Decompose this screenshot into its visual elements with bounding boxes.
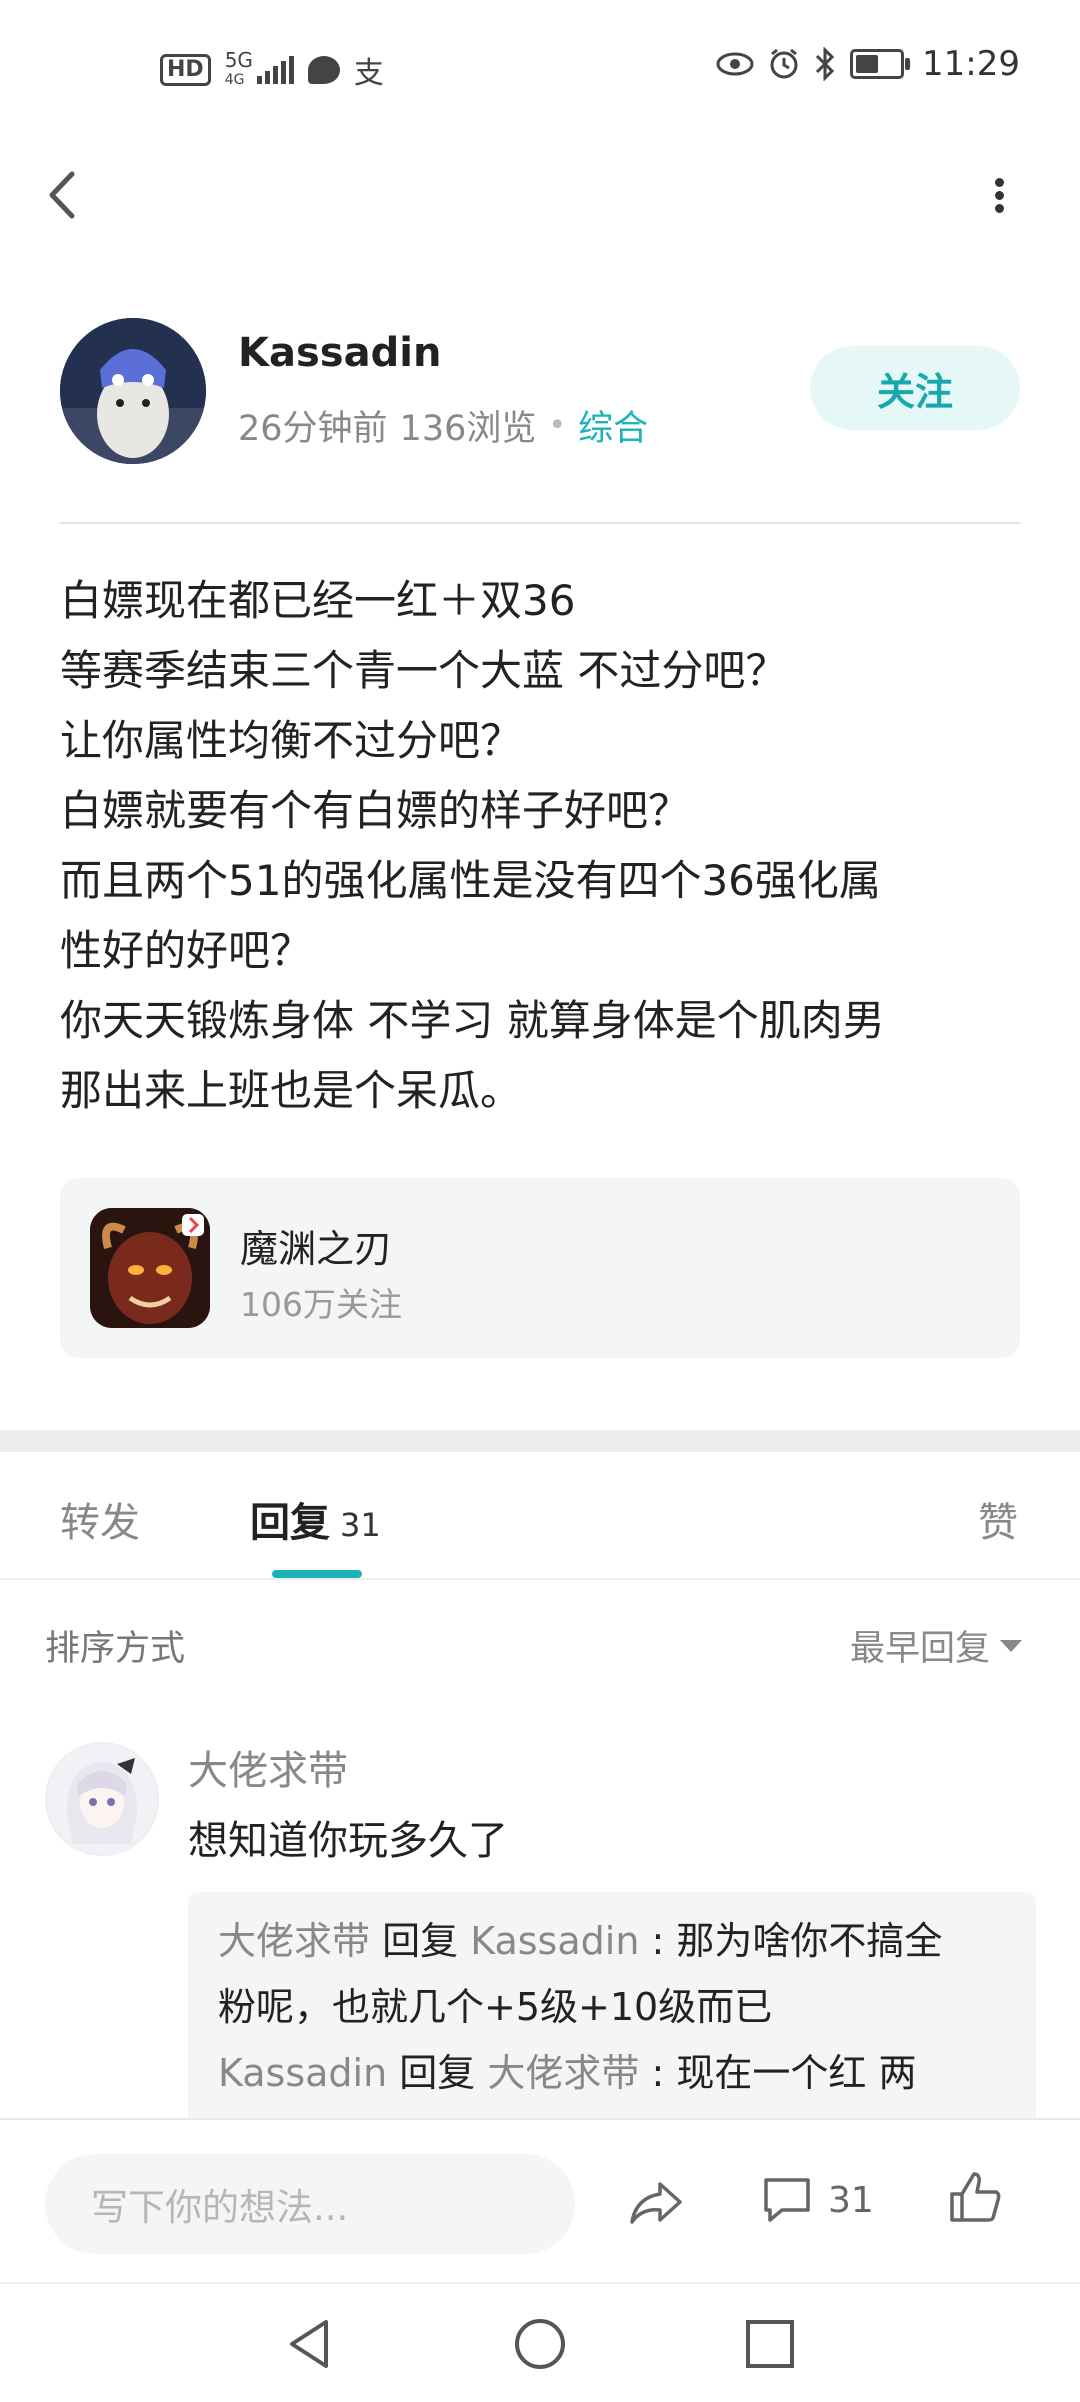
reply-verb: 回复: [399, 2051, 476, 2095]
reply-text: 那为啥你不搞全: [676, 1919, 943, 1963]
share-icon[interactable]: [628, 2178, 684, 2228]
sort-value: 最早回复: [850, 1629, 991, 1669]
system-nav-bar: [0, 2282, 1080, 2402]
reply-item: 大佬求带 回复 Kassadin : 那为啥你不搞全: [218, 1908, 1018, 1974]
post-line: 性好的好吧？: [60, 926, 313, 975]
network-type: 5G: [224, 48, 253, 72]
bottom-action-bar: 写下你的想法... 31: [0, 2118, 1080, 2284]
caret-down-icon: [1000, 1639, 1023, 1652]
signal-icon: 5G 4G: [225, 50, 294, 90]
commenter-name[interactable]: 大佬求带: [188, 1738, 348, 1796]
hd-icon: HD: [160, 54, 211, 86]
follow-button[interactable]: 关注: [810, 346, 1020, 430]
message-icon: [307, 56, 340, 84]
alarm-icon: [770, 48, 798, 79]
battery-icon: [850, 49, 911, 79]
tab-forward[interactable]: 转发: [60, 1490, 140, 1548]
back-button[interactable]: [40, 160, 88, 230]
alipay-icon: 支: [353, 56, 384, 91]
sort-label: 排序方式: [45, 1629, 186, 1669]
comment-text: 想知道你玩多久了: [188, 1818, 508, 1864]
meta-separator: •: [548, 408, 567, 443]
like-icon[interactable]: [948, 2170, 1002, 2224]
post-meta: 26分钟前 136浏览 • 综合: [238, 400, 648, 451]
post-line: 而且两个51的强化属性是没有四个36强化属: [60, 856, 881, 905]
section-separator: [0, 1430, 1080, 1452]
reply-text: 现在一个红 两: [676, 2051, 917, 2095]
game-card[interactable]: 魔渊之刃 106万关注: [60, 1178, 1020, 1358]
reply-item: Kassadin 回复 大佬求带 : 现在一个红 两: [218, 2040, 1018, 2106]
reply-to[interactable]: 大佬求带: [487, 2051, 639, 2095]
bluetooth-icon: [815, 47, 835, 81]
reply-to[interactable]: Kassadin: [470, 1919, 639, 1963]
divider: [60, 522, 1020, 524]
tab-replies-count: 31: [340, 1506, 381, 1544]
tab-replies-label: 回复: [250, 1500, 330, 1546]
reply-thread[interactable]: 大佬求带 回复 Kassadin : 那为啥你不搞全 粉呢，也就几个+5级+10…: [188, 1892, 1036, 2132]
post-line: 白嫖就要有个有白嫖的样子好吧？: [60, 786, 691, 835]
reply-from[interactable]: Kassadin: [218, 2051, 387, 2095]
more-options-button[interactable]: [975, 160, 1025, 230]
game-icon: [90, 1208, 210, 1328]
game-followers: 106万关注: [240, 1285, 402, 1324]
eye-icon: [716, 52, 754, 76]
comment-input[interactable]: 写下你的想法...: [45, 2154, 575, 2254]
clock: 11:29: [922, 44, 1020, 84]
network-type-sub: 4G: [224, 72, 245, 88]
post-body: 白嫖现在都已经一红＋双36 等赛季结束三个青一个大蓝 不过分吧？ 让你属性均衡不…: [60, 566, 1020, 1126]
post-line: 你天天锻炼身体 不学习 就算身体是个肌肉男: [60, 996, 885, 1045]
post-line: 白嫖现在都已经一红＋双36: [60, 576, 576, 625]
reply-colon: :: [639, 2051, 677, 2095]
divider: [0, 1578, 1080, 1580]
author-name[interactable]: Kassadin: [238, 330, 441, 376]
comment-count: 31: [828, 2180, 874, 2221]
game-name: 魔渊之刃: [240, 1227, 393, 1271]
reply-verb: 回复: [382, 1919, 459, 1963]
tab-indicator: [272, 1570, 362, 1578]
author-avatar[interactable]: [60, 318, 206, 464]
nav-home-icon[interactable]: [510, 2314, 570, 2374]
reply-from[interactable]: 大佬求带: [218, 1919, 370, 1963]
status-bar: HD 5G 4G 支 11:29: [0, 0, 1080, 136]
reply-continuation: 粉呢，也就几个+5级+10级而已: [218, 1985, 773, 2029]
category-link[interactable]: 综合: [578, 400, 648, 451]
nav-recents-icon[interactable]: [740, 2314, 800, 2374]
reply-colon: :: [639, 1919, 677, 1963]
commenter-avatar[interactable]: [45, 1742, 159, 1856]
sort-dropdown[interactable]: 最早回复: [850, 1620, 1023, 1671]
comment-icon[interactable]: [762, 2174, 812, 2224]
post-time: 26分钟前: [238, 409, 388, 449]
chevron-left-icon: [49, 171, 75, 219]
view-count: 136浏览: [399, 409, 537, 449]
post-line: 那出来上班也是个呆瓜。: [60, 1066, 523, 1115]
post-line: 等赛季结束三个青一个大蓝 不过分吧？: [60, 646, 788, 695]
post-line: 让你属性均衡不过分吧？: [60, 716, 523, 765]
nav-back-icon[interactable]: [280, 2314, 340, 2374]
tab-likes[interactable]: 赞: [978, 1490, 1018, 1548]
tab-replies[interactable]: 回复 31: [250, 1490, 381, 1548]
